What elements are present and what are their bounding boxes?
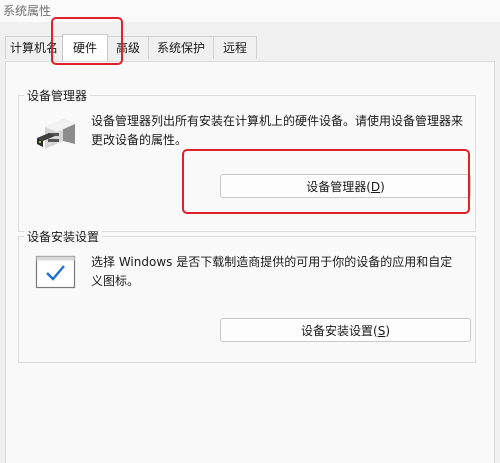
device-manager-icon bbox=[37, 119, 75, 149]
tab-system-protection[interactable]: 系统保护 bbox=[148, 36, 214, 59]
device-manager-description: 设备管理器列出所有安装在计算机上的硬件设备。请使用设备管理器来更改设备的属性。 bbox=[91, 114, 464, 147]
device-manager-button-label: 设备管理器( bbox=[306, 180, 371, 194]
device-manager-button-suffix: ) bbox=[380, 180, 385, 194]
device-install-group-title: 设备安装设置 bbox=[24, 228, 103, 245]
device-install-group: 设备安装设置 选择 Windows 是否下载制造商提供的可用于你的设备的应用和自… bbox=[18, 228, 476, 363]
device-manager-group: 设备管理器 设备管理器列出所有安装在计算机上的硬件设备。请使用设备管理器来更改设… bbox=[18, 87, 476, 232]
device-install-description: 选择 Windows 是否下载制造商提供的可用于你的设备的应用和自定义图标。 bbox=[91, 255, 453, 288]
title-bar: 系统属性 bbox=[0, 0, 500, 22]
hardware-tab-panel: 设备管理器 设备管理器列出所有安装在计算机上的硬件设备。请使用设备管理器来更改设… bbox=[5, 61, 495, 463]
window-title: 系统属性 bbox=[3, 4, 52, 18]
tab-computer-name[interactable]: 计算机名 bbox=[5, 36, 63, 59]
device-install-settings-button[interactable]: 设备安装设置(S) bbox=[220, 318, 471, 342]
device-install-button-label: 设备安装设置( bbox=[301, 324, 378, 338]
device-manager-button-mnemonic: D bbox=[370, 180, 381, 194]
tab-advanced[interactable]: 高级 bbox=[107, 36, 149, 59]
tab-remote[interactable]: 远程 bbox=[213, 36, 257, 59]
tab-strip: 计算机名 硬件 高级 系统保护 远程 bbox=[0, 34, 500, 62]
device-manager-button[interactable]: 设备管理器(D) bbox=[220, 174, 471, 198]
device-manager-group-title: 设备管理器 bbox=[24, 87, 91, 104]
install-settings-icon bbox=[35, 255, 76, 289]
tab-hardware[interactable]: 硬件 bbox=[62, 34, 108, 61]
device-install-button-suffix: ) bbox=[385, 324, 390, 338]
